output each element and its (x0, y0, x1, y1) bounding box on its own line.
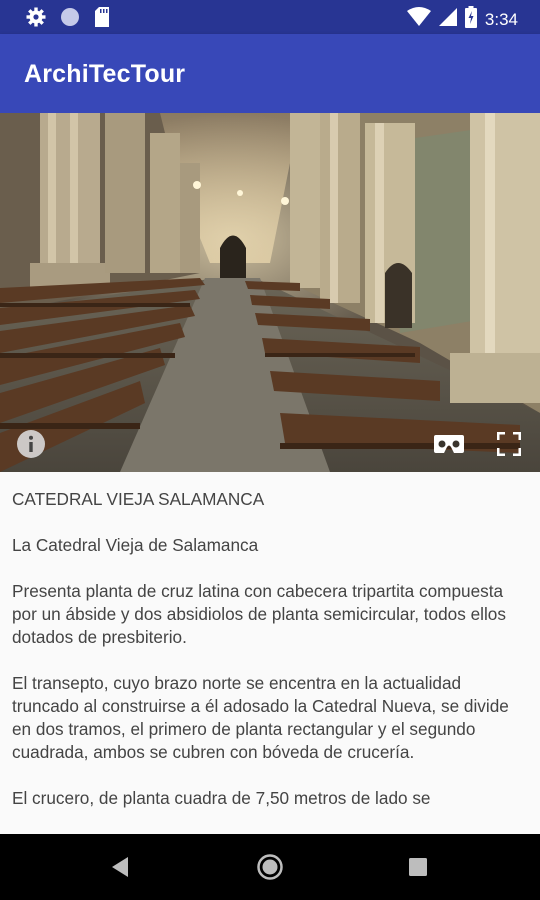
monument-subtitle: La Catedral Vieja de Salamanca (12, 535, 259, 555)
description-paragraph: Presenta planta de cruz latina con cabec… (12, 581, 506, 647)
app-bar: ArchiTecTour (0, 34, 540, 113)
status-bar: 3:34 (0, 0, 540, 34)
home-icon[interactable] (256, 853, 284, 886)
panorama-viewer[interactable] (0, 113, 540, 472)
back-icon[interactable] (110, 856, 130, 883)
fullscreen-icon[interactable] (496, 431, 522, 461)
description-paragraph: El crucero, de planta cuadra de 7,50 met… (12, 788, 431, 808)
recents-icon[interactable] (409, 858, 427, 881)
description-panel[interactable]: CATEDRAL VIEJA SALAMANCA La Catedral Vie… (0, 472, 540, 834)
sd-card-icon (94, 7, 110, 32)
wifi-icon (406, 7, 431, 32)
app-title: ArchiTecTour (24, 60, 186, 88)
cathedral-panorama-image (0, 113, 540, 472)
status-time: 3:34 (484, 9, 518, 29)
description-paragraph: El transepto, cuyo brazo norte se encent… (12, 673, 509, 762)
monument-heading: CATEDRAL VIEJA SALAMANCA (12, 489, 265, 509)
settings-icon (26, 7, 46, 32)
battery-icon (464, 6, 477, 33)
cardboard-vr-icon[interactable] (434, 433, 464, 460)
info-icon[interactable] (17, 430, 45, 463)
circle-icon (60, 7, 80, 32)
signal-icon (438, 7, 457, 32)
navigation-bar (0, 834, 540, 900)
